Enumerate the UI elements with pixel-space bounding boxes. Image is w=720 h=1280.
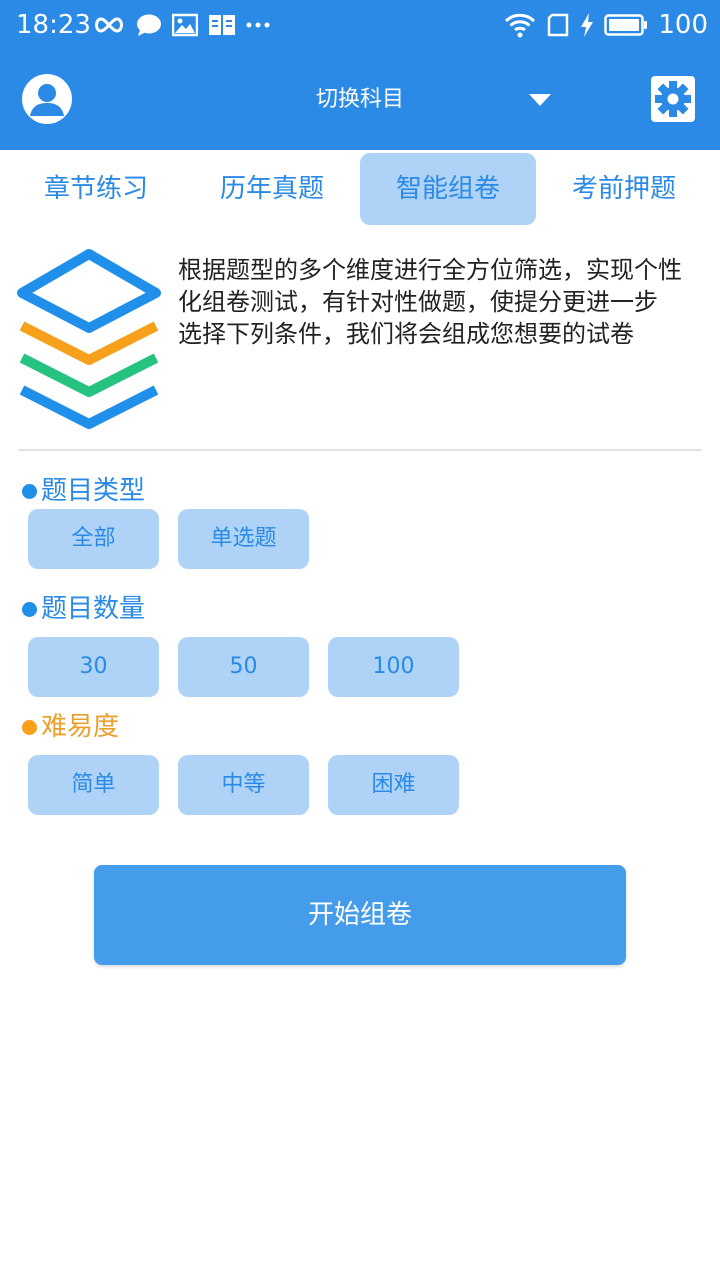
tab-chapter-practice[interactable]: 章节练习 xyxy=(8,153,184,225)
status-bar: 18:23 100 xyxy=(0,0,720,50)
status-system-icons: 100 xyxy=(504,9,708,41)
app-header: 切换科目 xyxy=(0,50,720,150)
chat-bubble-icon xyxy=(137,14,161,36)
question-type-label: 题目类型 xyxy=(41,476,146,506)
book-icon xyxy=(209,15,235,35)
battery-level: 100 xyxy=(658,10,708,40)
section-divider xyxy=(18,449,702,451)
caret-down-icon xyxy=(529,94,551,106)
charging-bolt-icon xyxy=(581,13,594,37)
status-notification-icons xyxy=(92,10,270,40)
mode-tabs: 章节练习 历年真题 智能组卷 考前押题 xyxy=(8,153,712,227)
status-time: 18:23 xyxy=(16,10,91,40)
question-count-title: 题目数量 xyxy=(22,592,145,626)
start-paper-button[interactable]: 开始组卷 xyxy=(94,865,626,965)
section-dot-icon xyxy=(22,719,37,735)
subject-switch-label: 切换科目 xyxy=(315,87,404,112)
difficulty-title: 难易度 xyxy=(22,710,119,744)
battery-icon xyxy=(604,14,648,36)
gear-icon xyxy=(655,81,691,117)
option-difficulty-hard[interactable]: 困难 xyxy=(328,755,459,815)
question-type-title: 题目类型 xyxy=(22,474,145,508)
subject-switch-dropdown[interactable]: 切换科目 xyxy=(260,78,560,122)
settings-button[interactable] xyxy=(651,76,695,122)
wifi-icon xyxy=(505,13,536,38)
tab-pre-exam-predictions[interactable]: 考前押题 xyxy=(536,153,712,225)
question-type-options: 全部 单选题 xyxy=(28,509,708,569)
layers-stack-icon xyxy=(17,249,161,429)
intro-line-1: 根据题型的多个维度进行全方位筛选，实现个性化组卷测试，有针对性做题，使提分更进一… xyxy=(178,256,682,316)
top-app-bar: 18:23 100 切换科目 xyxy=(0,0,720,150)
question-count-options: 30 50 100 xyxy=(28,637,708,697)
tab-smart-paper[interactable]: 智能组卷 xyxy=(360,153,536,225)
difficulty-label: 难易度 xyxy=(41,712,120,742)
section-dot-icon xyxy=(22,601,37,617)
intro-line-2: 选择下列条件，我们将会组成您想要的试卷 xyxy=(178,320,634,348)
option-type-single-choice[interactable]: 单选题 xyxy=(178,509,309,569)
sim-card-icon xyxy=(548,13,569,37)
tab-past-exams[interactable]: 历年真题 xyxy=(184,153,360,225)
user-avatar-icon[interactable] xyxy=(22,74,72,124)
difficulty-options: 简单 中等 困难 xyxy=(28,755,708,815)
option-difficulty-medium[interactable]: 中等 xyxy=(178,755,309,815)
option-count-100[interactable]: 100 xyxy=(328,637,459,697)
option-type-all[interactable]: 全部 xyxy=(28,509,159,569)
more-dots-icon xyxy=(246,22,270,28)
option-difficulty-easy[interactable]: 简单 xyxy=(28,755,159,815)
question-count-label: 题目数量 xyxy=(41,594,146,624)
option-count-50[interactable]: 50 xyxy=(178,637,309,697)
infinity-icon xyxy=(95,17,123,33)
image-icon xyxy=(172,13,198,37)
section-dot-icon xyxy=(22,483,37,499)
intro-description: 根据题型的多个维度进行全方位筛选，实现个性化组卷测试，有针对性做题，使提分更进一… xyxy=(178,254,698,350)
option-count-30[interactable]: 30 xyxy=(28,637,159,697)
